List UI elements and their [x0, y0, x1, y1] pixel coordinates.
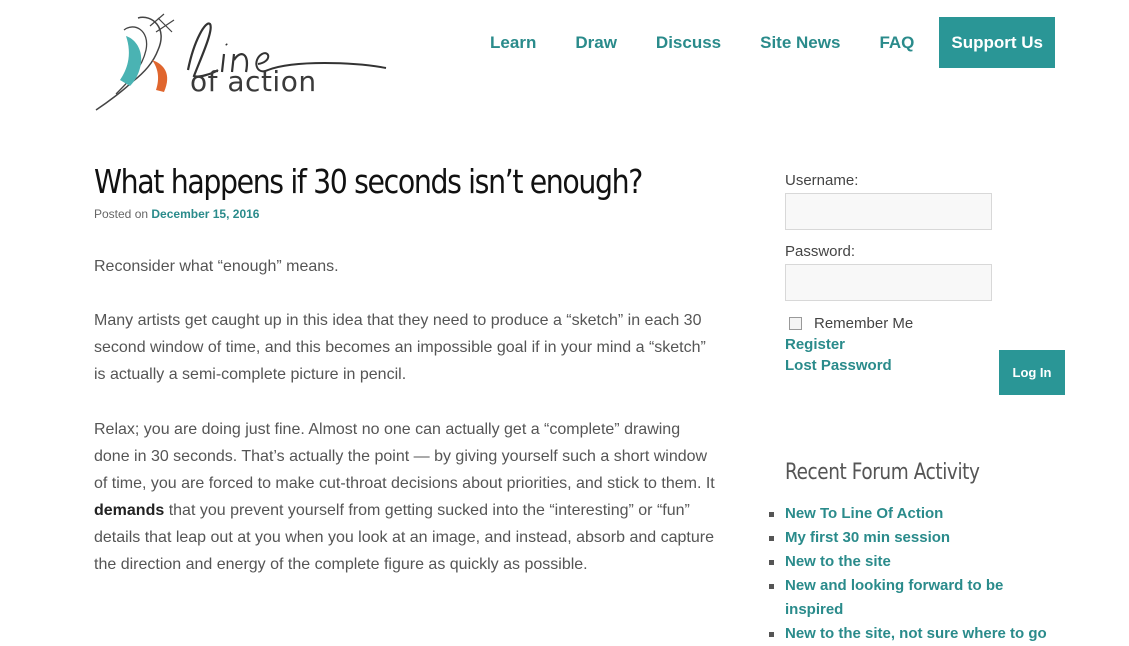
remember-me-checkbox[interactable]: [789, 317, 802, 330]
recent-forum-heading: Recent Forum Activity: [785, 460, 980, 485]
logo-text: of action: [190, 65, 317, 98]
emphasis-demands: demands: [94, 502, 165, 519]
post-meta: Posted on December 15, 2016: [94, 207, 724, 221]
nav-discuss[interactable]: Discuss: [656, 33, 721, 53]
post-date-link[interactable]: December 15, 2016: [151, 207, 259, 221]
forum-item-link[interactable]: New to the site, not sure where to go: [785, 625, 1047, 642]
paragraph-3: Relax; you are doing just fine. Almost n…: [94, 416, 719, 578]
forum-activity-list: New To Line Of Action My first 30 min se…: [769, 502, 1055, 646]
log-in-button[interactable]: Log In: [999, 350, 1065, 395]
post-title: What happens if 30 seconds isn’t enough?: [94, 162, 643, 201]
nav-site-news[interactable]: Site News: [760, 33, 840, 53]
paragraph-3-end: that you prevent yourself from getting s…: [94, 502, 714, 573]
forum-item[interactable]: New to the site, not sure where to go: [769, 622, 1055, 646]
forum-item-link[interactable]: New To Line Of Action: [785, 505, 943, 522]
password-label: Password:: [785, 243, 856, 260]
username-label: Username:: [785, 172, 859, 189]
nav-draw[interactable]: Draw: [575, 33, 617, 53]
paragraph-3-start: Relax; you are doing just fine. Almost n…: [94, 421, 715, 492]
paragraph-2: Many artists get caught up in this idea …: [94, 312, 706, 383]
remember-me-row[interactable]: Remember Me: [785, 315, 1075, 332]
blog-post: What happens if 30 seconds isn’t enough?…: [94, 162, 724, 573]
paragraph-1: Reconsider what “enough” means.: [94, 258, 339, 275]
nav-faq[interactable]: FAQ: [879, 33, 914, 53]
password-input[interactable]: [785, 264, 992, 301]
forum-item-link[interactable]: My first 30 min session: [785, 529, 950, 546]
figure-logo-icon: [95, 13, 387, 111]
forum-item[interactable]: New to the site: [769, 550, 1055, 574]
forum-item[interactable]: New To Line Of Action: [769, 502, 1055, 526]
forum-item-link[interactable]: New and looking forward to be inspired: [785, 577, 1003, 618]
main-nav: Learn Draw Discuss Site News FAQ Support…: [451, 17, 1055, 68]
username-input[interactable]: [785, 193, 992, 230]
sidebar: Username: Password: Remember Me Register…: [769, 172, 1075, 642]
support-us-button[interactable]: Support Us: [939, 17, 1055, 68]
remember-me-label: Remember Me: [814, 315, 914, 332]
nav-learn[interactable]: Learn: [490, 33, 536, 53]
site-logo[interactable]: of action: [94, 10, 394, 114]
forum-item-link[interactable]: New to the site: [785, 553, 891, 570]
forum-item[interactable]: New and looking forward to be inspired: [769, 574, 1055, 622]
forum-item[interactable]: My first 30 min session: [769, 526, 1055, 550]
posted-on-label: Posted on: [94, 207, 149, 221]
